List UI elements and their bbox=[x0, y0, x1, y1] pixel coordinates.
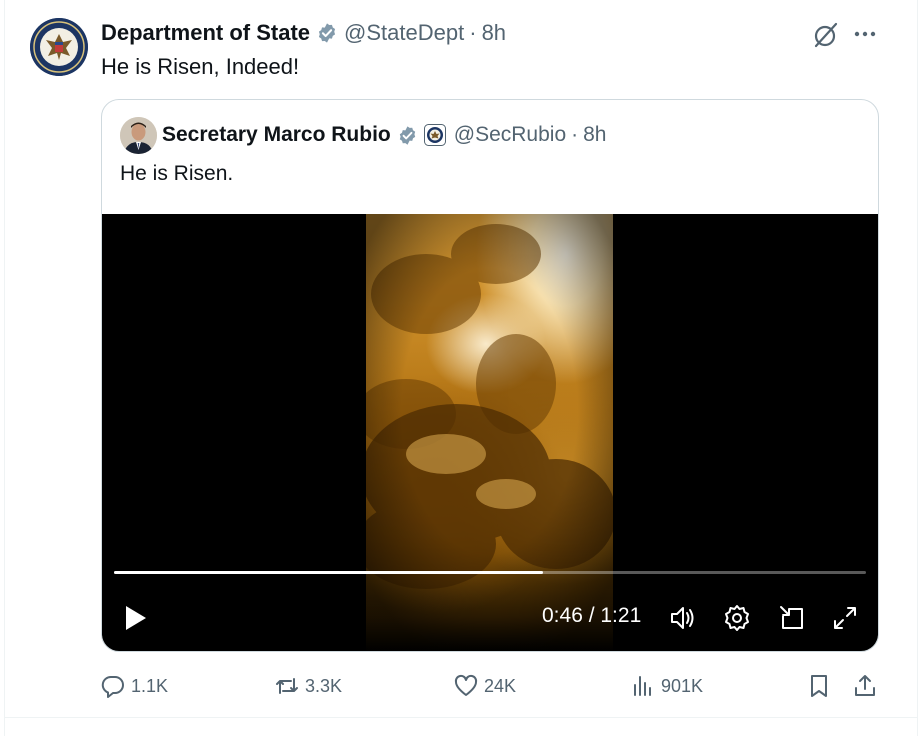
post-action-bar: 1.1K 3.3K 24K 901K bbox=[100, 670, 890, 702]
affiliate-seal-icon[interactable] bbox=[423, 124, 446, 146]
post-text: He is Risen, Indeed! bbox=[101, 54, 300, 79]
author-avatar[interactable] bbox=[30, 18, 88, 76]
play-icon[interactable] bbox=[122, 603, 150, 633]
quoted-author-name[interactable]: Secretary Marco Rubio bbox=[162, 123, 391, 147]
author-name[interactable]: Department of State bbox=[101, 20, 310, 46]
reply-button[interactable]: 1.1K bbox=[100, 670, 168, 702]
video-time-readout: 0:46 / 1:21 bbox=[542, 604, 642, 627]
like-button[interactable]: 24K bbox=[453, 670, 516, 702]
foliage-silhouette bbox=[366, 224, 613, 589]
share-icon[interactable] bbox=[852, 673, 878, 699]
quoted-author-handle[interactable]: @SecRubio bbox=[454, 123, 566, 147]
author-handle[interactable]: @StateDept bbox=[344, 20, 464, 46]
quoted-post[interactable]: Secretary Marco Rubio @SecRubio · 8h He … bbox=[101, 99, 879, 652]
views-chart-icon bbox=[634, 676, 651, 696]
post-divider bbox=[4, 717, 918, 718]
verified-badge-icon[interactable] bbox=[397, 125, 418, 146]
video-frame bbox=[366, 214, 613, 651]
heart-icon bbox=[454, 674, 478, 696]
post-time[interactable]: 8h bbox=[482, 20, 506, 46]
post-header: Department of State @StateDept · 8h bbox=[101, 19, 506, 47]
quoted-post-time[interactable]: 8h bbox=[583, 123, 606, 147]
grok-icon[interactable] bbox=[810, 20, 840, 50]
verified-badge-icon[interactable] bbox=[316, 22, 338, 44]
separator-dot: · bbox=[571, 123, 579, 146]
separator-dot: · bbox=[469, 20, 477, 45]
quoted-post-text: He is Risen. bbox=[120, 162, 234, 185]
views-button[interactable]: 901K bbox=[630, 670, 703, 702]
reply-count: 1.1K bbox=[131, 675, 169, 696]
state-department-seal-icon bbox=[30, 18, 88, 76]
more-icon[interactable] bbox=[852, 24, 878, 44]
settings-gear-icon[interactable] bbox=[722, 603, 752, 633]
profile-photo-icon bbox=[120, 117, 157, 154]
quoted-author-avatar[interactable] bbox=[120, 117, 157, 154]
fullscreen-icon[interactable] bbox=[830, 603, 860, 633]
video-progress-bar[interactable] bbox=[114, 571, 866, 574]
volume-icon[interactable] bbox=[668, 603, 698, 633]
repost-icon bbox=[276, 678, 298, 694]
video-progress-fill bbox=[114, 571, 543, 574]
picture-in-picture-icon[interactable] bbox=[777, 603, 807, 633]
like-count: 24K bbox=[484, 675, 517, 696]
reply-icon bbox=[101, 675, 124, 698]
bookmark-icon[interactable] bbox=[806, 673, 832, 699]
views-count: 901K bbox=[661, 675, 704, 696]
repost-button[interactable]: 3.3K bbox=[274, 670, 342, 702]
video-player[interactable]: 0:46 / 1:21 bbox=[102, 214, 878, 651]
quoted-header: Secretary Marco Rubio @SecRubio · 8h bbox=[162, 121, 606, 149]
repost-count: 3.3K bbox=[305, 675, 343, 696]
